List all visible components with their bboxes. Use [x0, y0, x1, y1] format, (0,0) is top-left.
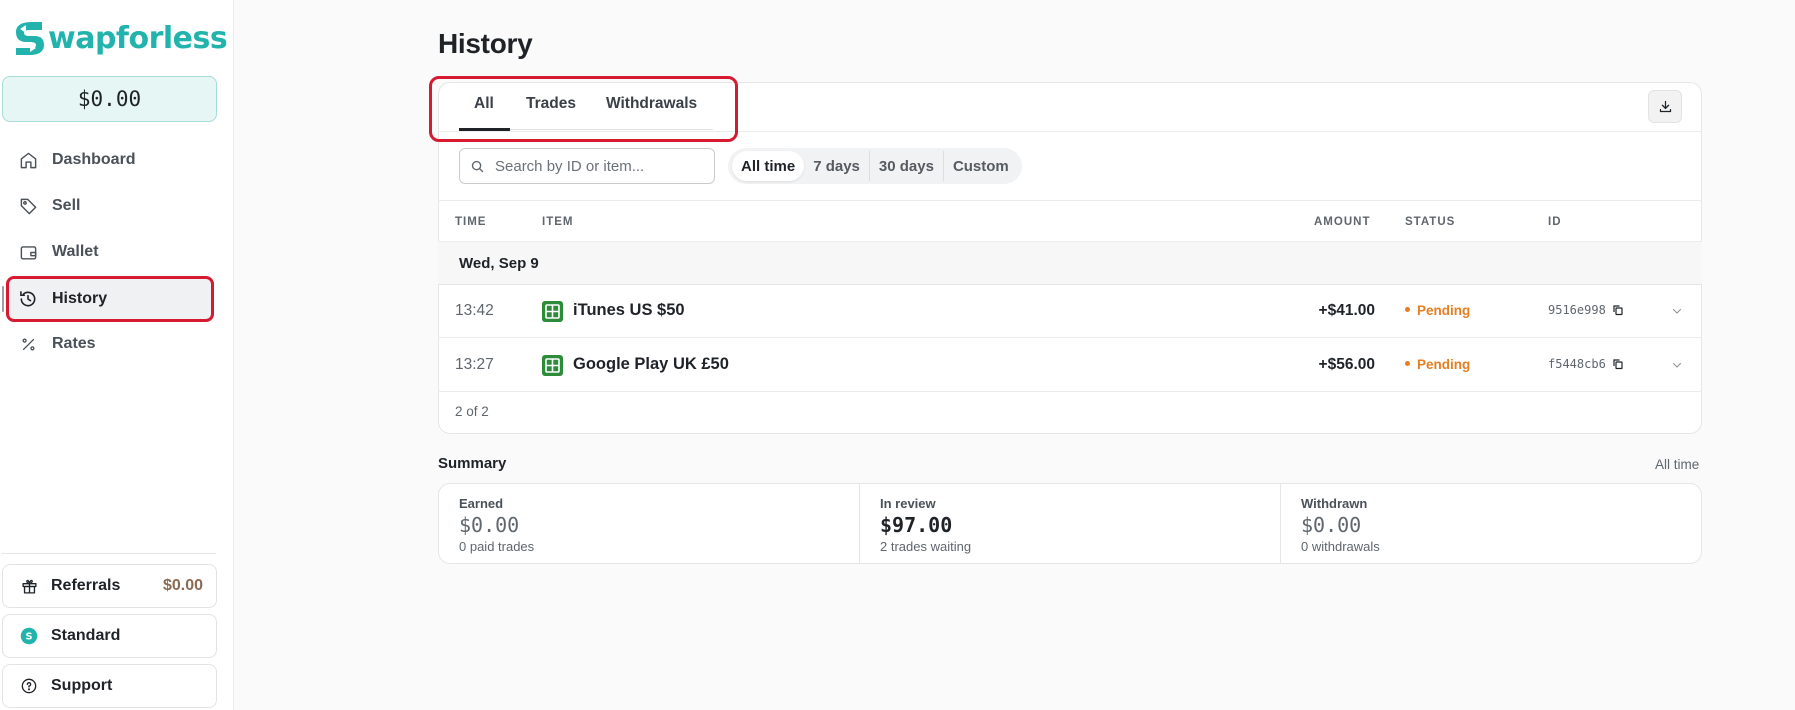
- col-item[interactable]: ITEM: [542, 216, 573, 228]
- col-status[interactable]: STATUS: [1405, 216, 1455, 228]
- page-title: History: [438, 28, 533, 59]
- copy-icon[interactable]: [1612, 358, 1624, 370]
- sidebar-item-sell[interactable]: Sell: [8, 186, 212, 226]
- download-icon: [1659, 100, 1671, 113]
- row-item: Google Play UK £50: [573, 355, 729, 373]
- tab-all[interactable]: All: [474, 95, 494, 113]
- percent-icon: [18, 334, 38, 354]
- card-divider: [438, 131, 1702, 132]
- summary-label: Earned: [459, 496, 504, 511]
- brand-logo[interactable]: wapforless: [8, 18, 228, 58]
- row-id: f5448cb6: [1548, 357, 1624, 371]
- support-button[interactable]: Support: [2, 664, 217, 708]
- sidebar-item-dashboard[interactable]: Dashboard: [8, 140, 212, 180]
- copy-icon[interactable]: [1612, 304, 1624, 316]
- tab-withdrawals[interactable]: Withdrawals: [606, 95, 697, 113]
- wallet-icon: [18, 242, 38, 262]
- row-amount: +$56.00: [1318, 356, 1375, 373]
- row-id-text: 9516e998: [1548, 303, 1606, 317]
- referrals-label: Referrals: [51, 577, 121, 594]
- plan-button[interactable]: S Standard: [2, 614, 217, 658]
- plan-label: Standard: [51, 627, 121, 644]
- range-custom[interactable]: Custom: [942, 151, 1018, 181]
- chevron-down-icon[interactable]: [1671, 359, 1683, 371]
- row-time: 13:27: [455, 356, 494, 373]
- date-group-label: Wed, Sep 9: [459, 255, 539, 272]
- col-amount[interactable]: AMOUNT: [1314, 216, 1370, 228]
- search-box[interactable]: [459, 148, 715, 184]
- sidebar-item-rates[interactable]: Rates: [8, 324, 212, 364]
- history-icon: [18, 289, 38, 309]
- active-indicator: [2, 286, 4, 312]
- summary-label: In review: [880, 496, 936, 511]
- sidebar-item-wallet[interactable]: Wallet: [8, 232, 212, 272]
- summary-in-review: In review $97.00 2 trades waiting: [859, 484, 1280, 563]
- summary-range: All time: [1655, 457, 1700, 472]
- row-id-text: f5448cb6: [1548, 357, 1606, 371]
- download-button[interactable]: [1648, 90, 1682, 123]
- summary-sub: 2 trades waiting: [880, 539, 972, 554]
- status-dot: [1405, 360, 1410, 366]
- support-label: Support: [51, 677, 113, 694]
- summary-earned: Earned $0.00 0 paid trades: [439, 484, 859, 563]
- sidebar-item-label: History: [52, 290, 108, 307]
- date-range-filter: All time 7 days 30 days Custom: [728, 148, 1022, 184]
- gift-card-icon: [542, 301, 563, 322]
- date-group-header: Wed, Sep 9: [438, 242, 1702, 285]
- table-row[interactable]: 13:42 iTunes US $50 +$41.00 Pending 9516…: [438, 285, 1702, 338]
- chevron-down-icon[interactable]: [1671, 305, 1683, 317]
- status-text: Pending: [1417, 303, 1471, 318]
- balance-display: $0.00: [2, 76, 217, 122]
- range-all-time[interactable]: All time: [732, 151, 805, 181]
- summary-value: $0.00: [1301, 513, 1362, 537]
- row-id: 9516e998: [1548, 303, 1624, 317]
- sidebar-item-label: Wallet: [52, 243, 99, 260]
- status-badge: Pending: [1405, 303, 1470, 318]
- sidebar: wapforless $0.00 Dashboard Sell Wallet H…: [0, 0, 234, 710]
- brand-name: wapforless: [48, 20, 228, 56]
- sidebar-item-label: Dashboard: [52, 151, 136, 168]
- summary-withdrawn: Withdrawn $0.00 0 withdrawals: [1280, 484, 1701, 563]
- sidebar-divider: [2, 553, 216, 554]
- summary-sub: 0 withdrawals: [1301, 539, 1380, 554]
- search-icon: [471, 160, 484, 172]
- sidebar-item-label: Rates: [52, 335, 96, 352]
- summary-label: Withdrawn: [1301, 496, 1368, 511]
- row-amount: +$41.00: [1318, 302, 1375, 319]
- table-header: TIME ITEM AMOUNT STATUS ID: [438, 200, 1702, 242]
- status-text: Pending: [1417, 357, 1471, 372]
- tag-icon: [18, 196, 38, 216]
- col-time[interactable]: TIME: [455, 216, 486, 228]
- summary-value: $0.00: [459, 513, 520, 537]
- row-item: iTunes US $50: [573, 301, 685, 319]
- s-badge-icon: S: [19, 626, 39, 646]
- search-input[interactable]: [495, 157, 695, 175]
- status-badge: Pending: [1405, 357, 1470, 372]
- summary-title: Summary: [438, 455, 507, 472]
- table-row[interactable]: 13:27 Google Play UK £50 +$56.00 Pending…: [438, 339, 1702, 392]
- gift-card-icon: [542, 355, 563, 376]
- swap-logo-icon: [16, 22, 44, 55]
- range-30-days[interactable]: 30 days: [868, 151, 943, 181]
- referrals-button[interactable]: Referrals $0.00: [2, 564, 217, 608]
- sidebar-item-label: Sell: [52, 197, 81, 214]
- results-count: 2 of 2: [455, 404, 489, 419]
- svg-text:S: S: [25, 631, 32, 642]
- help-circle-icon: [19, 676, 39, 696]
- gift-icon: [19, 576, 39, 596]
- col-id[interactable]: ID: [1548, 216, 1562, 228]
- summary-sub: 0 paid trades: [459, 539, 535, 554]
- range-7-days[interactable]: 7 days: [804, 151, 869, 181]
- sidebar-item-history[interactable]: History: [6, 276, 214, 322]
- row-time: 13:42: [455, 302, 494, 319]
- home-icon: [18, 150, 38, 170]
- summary-card: Earned $0.00 0 paid trades In review $97…: [438, 483, 1702, 564]
- tab-trades[interactable]: Trades: [526, 95, 576, 113]
- summary-value: $97.00: [880, 513, 953, 537]
- status-dot: [1405, 306, 1410, 312]
- referrals-amount: $0.00: [162, 577, 203, 594]
